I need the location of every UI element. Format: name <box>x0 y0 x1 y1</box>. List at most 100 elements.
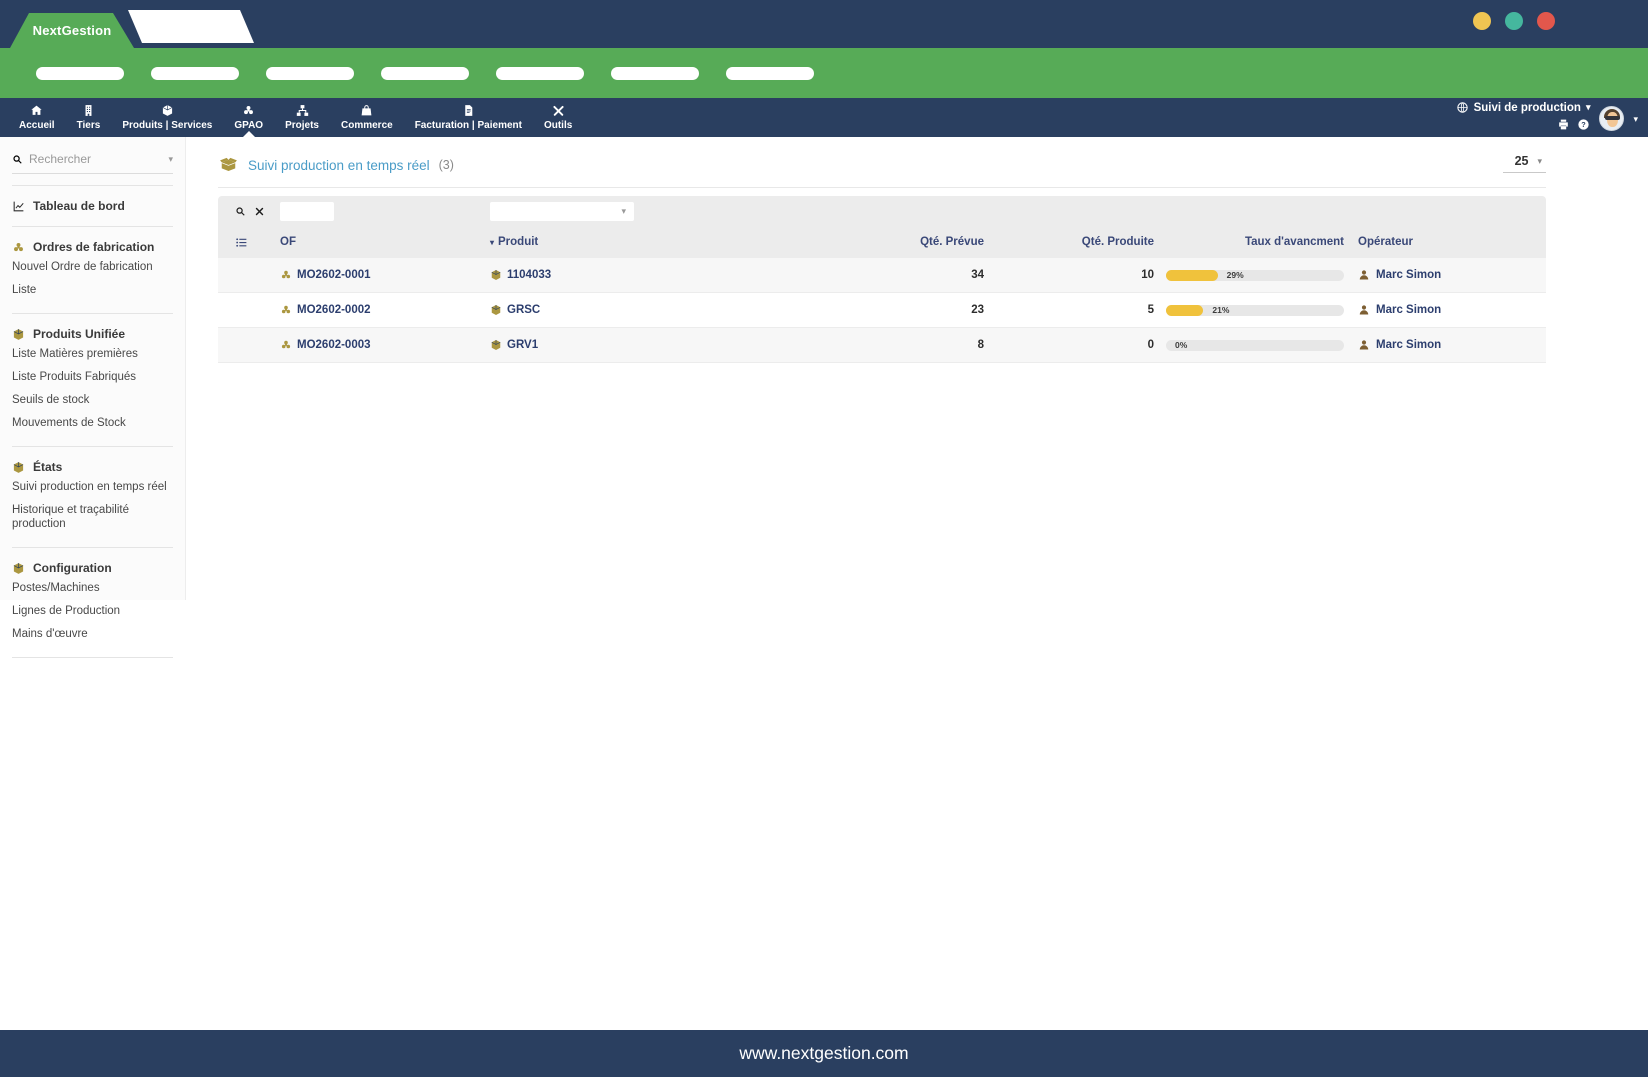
cell-taux: 21% <box>1160 305 1350 316</box>
page-header: Suivi production en temps réel (3) 25 ▾ <box>218 156 1546 174</box>
nav-item-produits-services[interactable]: Produits | Services <box>111 98 223 137</box>
cell-produit: GRSC <box>480 304 830 316</box>
sidebar-item-dashboard[interactable]: Tableau de bord <box>0 197 185 215</box>
sidebar-item[interactable]: Mouvements de Stock <box>0 412 185 435</box>
column-header-produit[interactable]: ▾ Produit <box>480 236 830 248</box>
window-control-dot[interactable] <box>1505 12 1523 30</box>
bag-icon <box>360 104 373 117</box>
print-button[interactable] <box>1557 118 1570 131</box>
chevron-down-icon: ▾ <box>1537 156 1542 167</box>
box-icon <box>161 104 174 117</box>
cell-of: MO2602-0003 <box>270 339 480 351</box>
nav-item-label: Outils <box>544 120 572 131</box>
sidebar-section-états[interactable]: États <box>0 458 185 476</box>
column-header-qte-produite[interactable]: Qté. Produite <box>990 236 1160 248</box>
produit-link[interactable]: GRSC <box>507 304 540 316</box>
window-control-dot[interactable] <box>1537 12 1555 30</box>
menu-pill[interactable] <box>36 67 124 80</box>
cell-produit: 1104033 <box>480 269 830 281</box>
sidebar-item[interactable]: Liste <box>0 279 185 302</box>
menu-pill[interactable] <box>381 67 469 80</box>
nav-item-outils[interactable]: Outils <box>533 98 583 137</box>
progress-track: 0% <box>1166 340 1344 351</box>
nav-item-commerce[interactable]: Commerce <box>330 98 404 137</box>
box-icon <box>12 328 25 341</box>
search-icon <box>12 154 23 165</box>
sidebar-item[interactable]: Lignes de Production <box>0 600 185 623</box>
sidebar-section-produits-unifiée[interactable]: Produits Unifiée <box>0 325 185 343</box>
person-icon <box>1358 304 1370 316</box>
produit-link[interactable]: 1104033 <box>507 269 551 281</box>
sidebar-section-configuration[interactable]: Configuration <box>0 559 185 577</box>
sidebar-item[interactable]: Liste Produits Fabriqués <box>0 366 185 389</box>
brand-logo-text: NextGestion <box>33 23 112 38</box>
sidebar-section-ordres-de-fabrication[interactable]: Ordres de fabrication <box>0 238 185 256</box>
operateur-link[interactable]: Marc Simon <box>1376 269 1441 281</box>
cell-of: MO2602-0002 <box>270 304 480 316</box>
column-header-of[interactable]: OF <box>270 236 480 248</box>
sidebar-dashboard-label: Tableau de bord <box>33 199 125 213</box>
window-control-dot[interactable] <box>1473 12 1491 30</box>
column-header-operateur[interactable]: Opérateur <box>1350 236 1546 248</box>
cell-of: MO2602-0001 <box>270 269 480 281</box>
column-header-taux[interactable]: Taux d'avancment <box>1160 236 1350 248</box>
user-avatar[interactable] <box>1599 106 1624 131</box>
menu-pill[interactable] <box>151 67 239 80</box>
main-navbar: AccueilTiersProduits | ServicesGPAO Proje… <box>0 98 1648 137</box>
sidebar-search: ▾ <box>12 152 173 174</box>
of-link[interactable]: MO2602-0001 <box>297 269 371 281</box>
produit-link[interactable]: GRV1 <box>507 339 538 351</box>
sidebar-section-title: États <box>33 460 62 474</box>
nav-item-tiers[interactable]: Tiers <box>66 98 112 137</box>
search-caret-icon[interactable]: ▾ <box>168 154 173 165</box>
cell-qte-prevue: 23 <box>830 304 990 316</box>
brand-logo-tab[interactable]: NextGestion <box>10 13 134 48</box>
list-view-icon[interactable] <box>235 236 270 249</box>
menu-pill[interactable] <box>726 67 814 80</box>
produit-filter-select[interactable]: ▾ <box>490 202 634 221</box>
nav-item-label: Projets <box>285 120 319 131</box>
page-size-select[interactable]: 25 ▾ <box>1503 154 1546 173</box>
apply-filter-button[interactable] <box>235 206 246 217</box>
sidebar-item[interactable]: Nouvel Ordre de fabrication <box>0 256 185 279</box>
help-button[interactable]: ? <box>1577 118 1590 131</box>
cell-qte-prevue: 8 <box>830 339 990 351</box>
column-header-qte-prevue[interactable]: Qté. Prévue <box>830 236 990 248</box>
tools-icon <box>552 104 565 117</box>
context-switcher[interactable]: Suivi de production ▾ <box>1456 101 1591 114</box>
nav-item-gpao[interactable]: GPAO <box>223 98 274 137</box>
sidebar-item[interactable]: Mains d'œuvre <box>0 623 185 646</box>
menu-pill[interactable] <box>496 67 584 80</box>
sidebar-item[interactable]: Seuils de stock <box>0 389 185 412</box>
user-menu-chevron-icon[interactable]: ▾ <box>1633 114 1638 125</box>
cell-taux: 0% <box>1160 340 1350 351</box>
invoice-icon <box>462 104 475 117</box>
of-filter-input[interactable] <box>280 202 334 221</box>
cell-taux: 29% <box>1160 270 1350 281</box>
nav-item-accueil[interactable]: Accueil <box>8 98 66 137</box>
operateur-link[interactable]: Marc Simon <box>1376 304 1441 316</box>
of-link[interactable]: MO2602-0002 <box>297 304 371 316</box>
sidebar-item[interactable]: Liste Matières premières <box>0 343 185 366</box>
home-icon <box>30 104 43 117</box>
progress-track: 21% <box>1166 305 1344 316</box>
chevron-down-icon: ▾ <box>621 206 626 217</box>
search-input[interactable] <box>29 152 141 166</box>
clear-filter-button[interactable] <box>254 206 265 217</box>
of-link[interactable]: MO2602-0003 <box>297 339 371 351</box>
divider <box>12 226 173 227</box>
sidebar-item[interactable]: Historique et traçabilité production <box>0 499 185 536</box>
divider <box>218 187 1546 188</box>
progress-fill <box>1166 270 1218 281</box>
box-icon <box>490 269 502 281</box>
sidebar: ▾ Tableau de bord Ordres de fabricationN… <box>0 137 186 600</box>
sidebar-section-title: Configuration <box>33 561 112 575</box>
footer-bar: www.nextgestion.com <box>0 1030 1648 1077</box>
menu-pill[interactable] <box>266 67 354 80</box>
operateur-link[interactable]: Marc Simon <box>1376 339 1441 351</box>
menu-pill[interactable] <box>611 67 699 80</box>
sidebar-item[interactable]: Suivi production en temps réel <box>0 476 185 499</box>
nav-item-projets[interactable]: Projets <box>274 98 330 137</box>
sidebar-item[interactable]: Postes/Machines <box>0 577 185 600</box>
nav-item-facturation-paiement[interactable]: Facturation | Paiement <box>404 98 533 137</box>
